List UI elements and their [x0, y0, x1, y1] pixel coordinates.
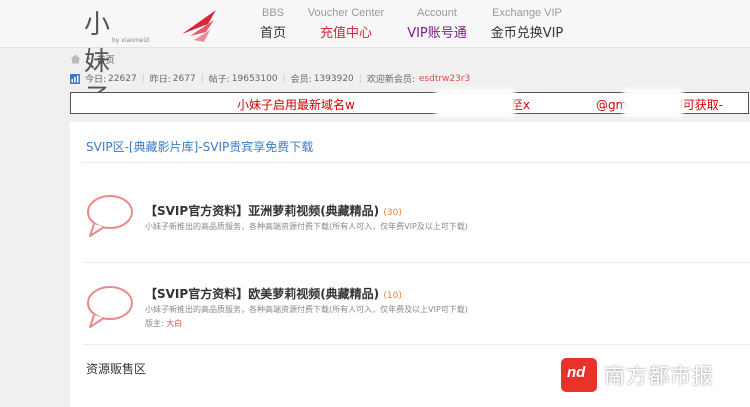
- nav-account-en: Account: [417, 7, 457, 19]
- forum-stats: 今日: 22627 | 昨日: 2677 | 帖子: 19653100 | 会员…: [70, 72, 470, 85]
- logo-mark-icon: [182, 10, 216, 42]
- posts-label: 帖子:: [208, 75, 230, 85]
- nav-voucher-center[interactable]: Voucher Center 充值中心: [306, 7, 386, 41]
- breadcrumb-separator: ›: [87, 54, 91, 64]
- divider: [82, 262, 750, 263]
- forum-moderator: 版主: 大白: [145, 318, 182, 329]
- nav-voucher-cn: 充值中心: [319, 26, 372, 41]
- forum-count: (10): [383, 291, 402, 301]
- members-count: 1393920: [313, 73, 354, 84]
- moderator-label: 版主:: [145, 319, 164, 328]
- members-label: 会员:: [290, 75, 312, 85]
- section-title[interactable]: SVIP区-[典藏影片库]-SVIP贵宾享免费下载: [86, 138, 313, 155]
- posts-count: 19653100: [231, 73, 278, 84]
- today-count: 22627: [108, 73, 137, 84]
- announcement-part-1: 小妹子启用最新域名w: [237, 98, 355, 112]
- speech-bubble-icon: [87, 195, 133, 237]
- forum-title-text: 【SVIP官方资料】欧美萝莉视频(典藏精品): [145, 287, 380, 301]
- forum-title-text: 【SVIP官方资料】亚洲萝莉视频(典藏精品): [145, 204, 380, 218]
- nav-bbs-cn: 首页: [259, 26, 286, 41]
- nav-bbs[interactable]: BBS 首页: [258, 7, 288, 41]
- divider: [82, 162, 750, 163]
- moderator-name[interactable]: 大白: [166, 319, 182, 328]
- newspaper-watermark: nd 南方都市报: [561, 358, 714, 392]
- watermark-text: 南方都市报: [604, 364, 714, 388]
- newest-member-link[interactable]: esdtrw23r3: [419, 74, 470, 84]
- redaction-block: [623, 89, 683, 117]
- yesterday-count: 2677: [172, 73, 196, 84]
- nav-exchange-vip[interactable]: Exchange VIP 金币兑换VIP: [488, 7, 566, 41]
- nav-account-cn: VIP账号通: [407, 26, 467, 41]
- forum-title-asia[interactable]: 【SVIP官方资料】亚洲萝莉视频(典藏精品) (30): [145, 202, 402, 219]
- nav-voucher-en: Voucher Center: [307, 7, 385, 19]
- nav-account[interactable]: Account VIP账号通: [402, 7, 472, 41]
- speech-bubble-icon: [87, 286, 133, 328]
- nav-exchange-en: Exchange VIP: [492, 7, 562, 19]
- home-icon[interactable]: [70, 54, 81, 64]
- divider: [82, 344, 750, 345]
- forum-title-western[interactable]: 【SVIP官方资料】欧美萝莉视频(典藏精品) (10): [145, 285, 402, 302]
- section-title-resale[interactable]: 资源贩售区: [86, 360, 146, 377]
- watermark-logo-text: nd: [567, 364, 586, 381]
- stats-chart-icon: [70, 73, 80, 84]
- today-label: 今日:: [85, 75, 107, 85]
- newest-member-label: 欢迎新会员:: [366, 75, 415, 85]
- forum-count: (30): [383, 208, 402, 218]
- nav-bbs-en: BBS: [261, 7, 284, 19]
- yesterday-label: 昨日:: [149, 75, 171, 85]
- nav-exchange-cn: 金币兑换VIP: [490, 26, 564, 41]
- redaction-block: [435, 89, 515, 117]
- announcement-banner: 小妹子启用最新域名w发送任意邮件至x@gmail.com即可获取-: [70, 89, 749, 117]
- forum-description: 小妹子新推出的高品质服务，各种高端资源付费下载(所有人可入，仅年费VIP及以上可…: [145, 222, 468, 231]
- site-header: 小妹子 by xiaomeizi BBS 首页 Voucher Center 充…: [0, 0, 750, 114]
- logo-subtitle: by xiaomeizi: [112, 37, 150, 44]
- forum-description: 小妹子新推出的高品质服务，各种高端资源付费下载(所有人可入，仅年费及以上VIP可…: [145, 305, 468, 314]
- nandu-logo-icon: nd: [561, 358, 597, 392]
- breadcrumb: › 首页: [70, 52, 115, 66]
- breadcrumb-current[interactable]: 首页: [97, 53, 115, 66]
